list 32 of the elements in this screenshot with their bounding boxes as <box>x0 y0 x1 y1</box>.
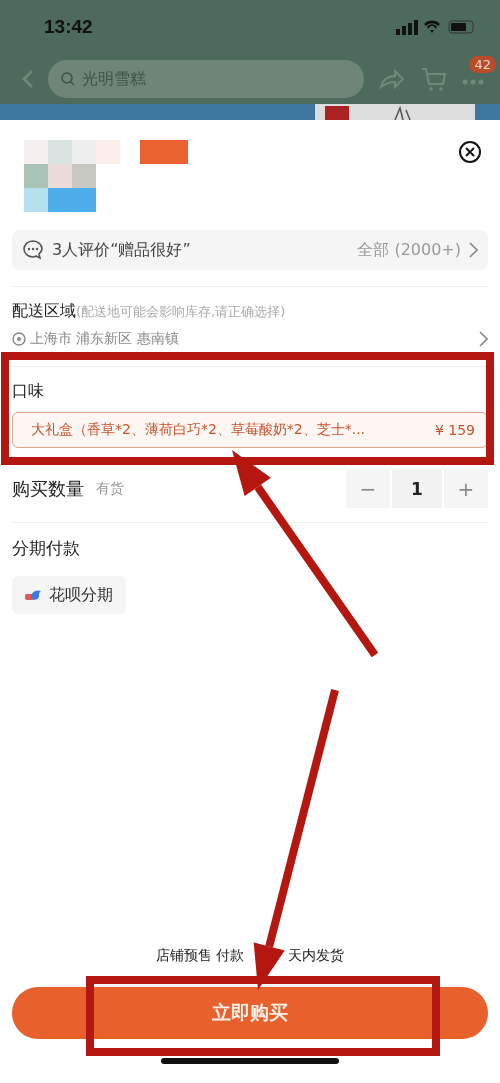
more-icon[interactable] <box>462 78 484 85</box>
share-icon[interactable] <box>378 67 406 91</box>
close-icon[interactable] <box>458 140 482 164</box>
battery-icon <box>448 20 474 34</box>
signal-icon <box>396 19 418 35</box>
cart-icon[interactable] <box>420 66 448 92</box>
chevron-right-icon <box>479 331 488 347</box>
section-title: 购买数量 <box>12 477 84 501</box>
buy-now-button[interactable]: 立即购买 <box>12 987 488 1039</box>
stock-status: 有货 <box>96 480 124 498</box>
back-icon[interactable] <box>22 69 34 89</box>
installment-option[interactable]: 花呗分期 <box>12 576 126 614</box>
notification-badge: 42 <box>469 55 496 73</box>
decrease-button[interactable]: − <box>346 470 390 508</box>
delivery-address[interactable]: 上海市 浦东新区 惠南镇 <box>30 330 179 348</box>
search-icon <box>60 71 76 87</box>
increase-button[interactable]: + <box>444 470 488 508</box>
review-summary: 3人评价“赠品很好” <box>52 239 191 261</box>
chevron-right-icon <box>469 242 478 258</box>
clock-time: 13:42 <box>44 16 93 38</box>
section-title: 配送区域 <box>12 301 76 322</box>
quantity-value: 1 <box>392 470 442 508</box>
chat-bubble-icon <box>22 239 44 261</box>
all-reviews-count: 全部 (2000+) <box>357 239 461 261</box>
wifi-icon <box>424 20 442 34</box>
review-summary-bar[interactable]: 3人评价“赠品很好” 全部 (2000+) <box>12 230 488 270</box>
section-title: 分期付款 <box>12 537 80 560</box>
section-title: 口味 <box>12 381 44 402</box>
delivery-hint: (配送地可能会影响库存,请正确选择) <box>76 302 286 321</box>
flavor-option[interactable]: 大礼盒（香草*2、薄荷白巧*2、草莓酸奶*2、芝士*... ¥ 159 <box>12 412 488 448</box>
presale-notice: 店铺预售 付款 <box>155 947 245 965</box>
presale-notice: 天内发货 <box>288 947 345 965</box>
